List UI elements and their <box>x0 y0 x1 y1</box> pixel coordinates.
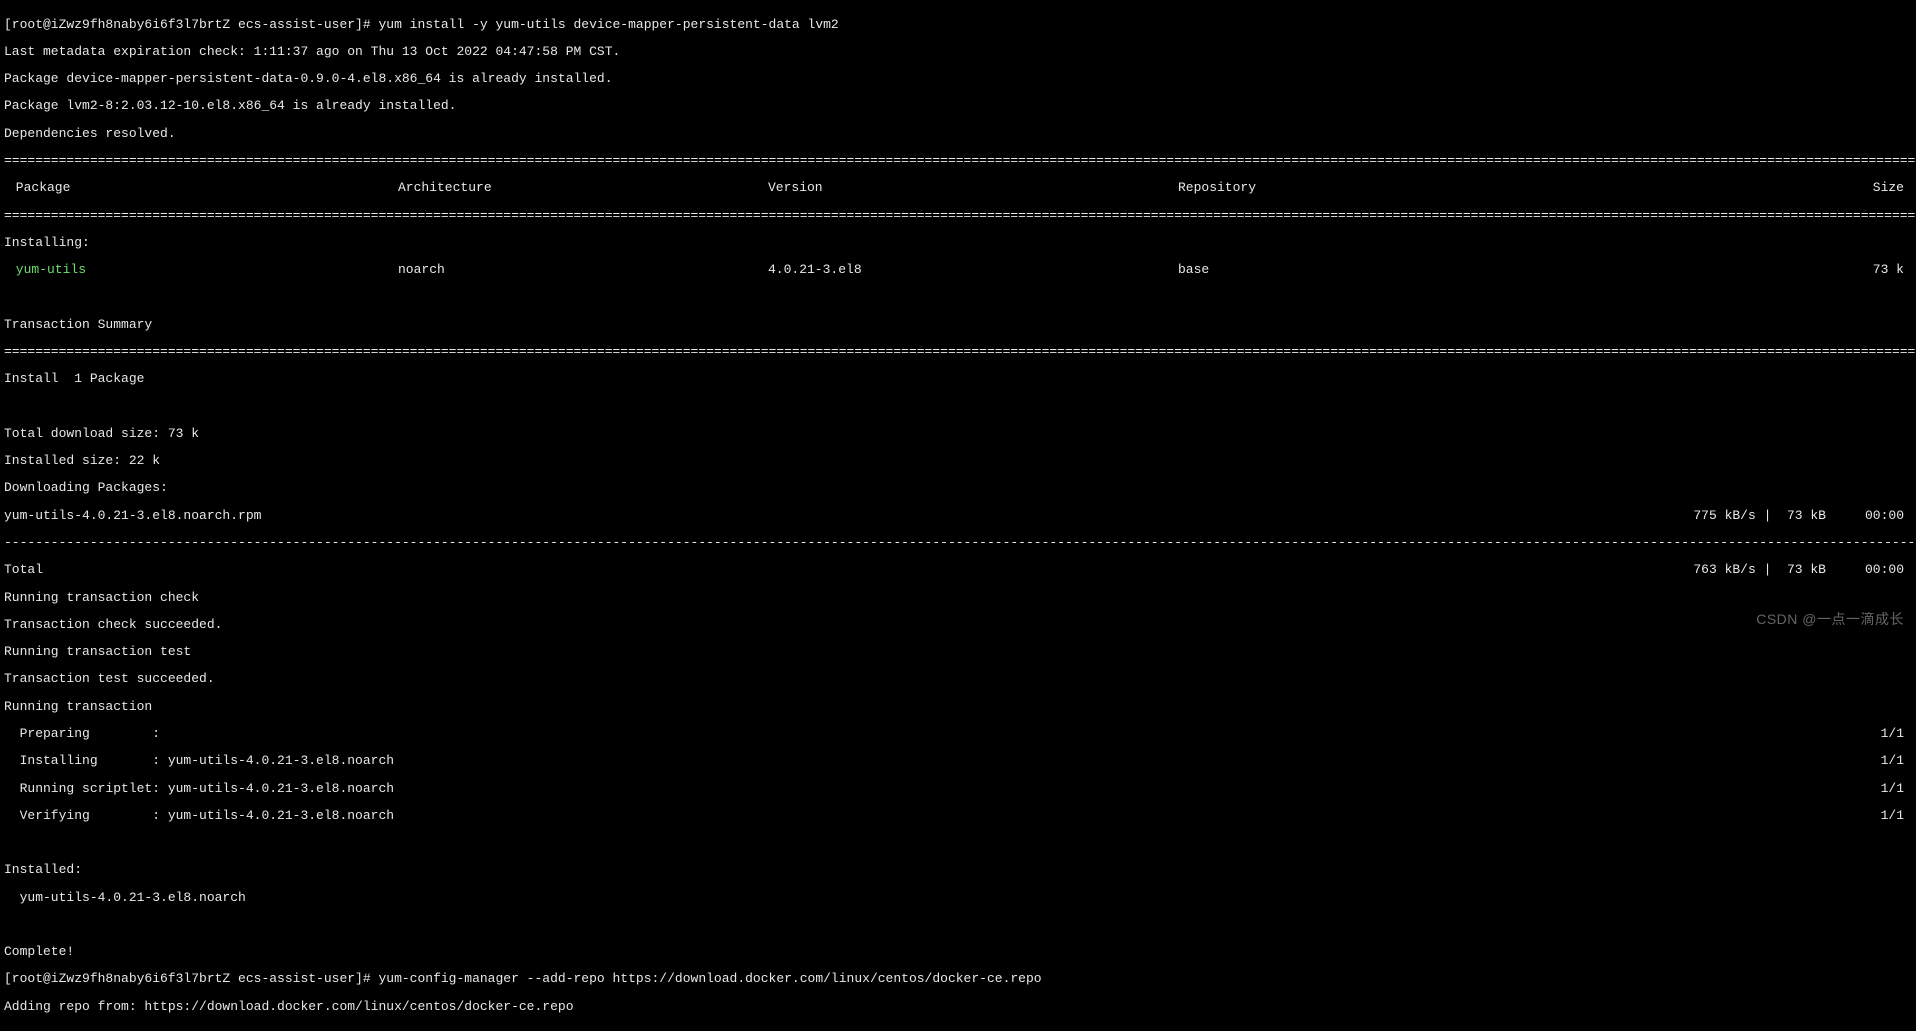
rule-top: ========================================… <box>4 154 1912 168</box>
rule-summary: ========================================… <box>4 345 1912 359</box>
row-package: yum-utils <box>4 263 398 277</box>
total-label: Total <box>4 563 1693 577</box>
already-installed-2: Package lvm2-8:2.03.12-10.el8.x86_64 is … <box>4 99 1912 113</box>
total-stats: 763 kB/s | 73 kB 00:00 <box>1693 563 1912 577</box>
prompt-line-2: [root@iZwz9fh8naby6i6f3l7brtZ ecs-assist… <box>4 972 1912 986</box>
download-line: yum-utils-4.0.21-3.el8.noarch.rpm 775 kB… <box>4 509 1912 523</box>
watermark: CSDN @一点一滴成长 <box>1756 612 1904 627</box>
prompt-line-1: [root@iZwz9fh8naby6i6f3l7brtZ ecs-assist… <box>4 18 1912 32</box>
header-size: Size <box>1533 181 1912 195</box>
step-scriptlet: Running scriptlet: yum-utils-4.0.21-3.el… <box>4 782 1912 796</box>
terminal-output[interactable]: [root@iZwz9fh8naby6i6f3l7brtZ ecs-assist… <box>0 0 1916 1031</box>
step-preparing: Preparing : 1/1 <box>4 727 1912 741</box>
blank <box>4 400 1912 414</box>
tx-check: Running transaction check <box>4 591 1912 605</box>
tx-run: Running transaction <box>4 700 1912 714</box>
blank <box>4 290 1912 304</box>
header-package: Package <box>4 181 398 195</box>
table-header: Package Architecture Version Repository … <box>4 181 1912 195</box>
header-version: Version <box>768 181 1178 195</box>
step-installing: Installing : yum-utils-4.0.21-3.el8.noar… <box>4 754 1912 768</box>
transaction-summary: Transaction Summary <box>4 318 1912 332</box>
tx-test-ok: Transaction test succeeded. <box>4 672 1912 686</box>
rule-mid: ========================================… <box>4 209 1912 223</box>
installed-header: Installed: <box>4 863 1912 877</box>
installed-size: Installed size: 22 k <box>4 454 1912 468</box>
header-repo: Repository <box>1178 181 1533 195</box>
table-row: yum-utils noarch 4.0.21-3.el8 base 73 k <box>4 263 1912 277</box>
complete: Complete! <box>4 945 1912 959</box>
row-repo: base <box>1178 263 1533 277</box>
header-arch: Architecture <box>398 181 768 195</box>
download-file: yum-utils-4.0.21-3.el8.noarch.rpm <box>4 509 1693 523</box>
dependencies-resolved: Dependencies resolved. <box>4 127 1912 141</box>
step-verifying: Verifying : yum-utils-4.0.21-3.el8.noarc… <box>4 809 1912 823</box>
downloading-packages: Downloading Packages: <box>4 481 1912 495</box>
adding-repo: Adding repo from: https://download.docke… <box>4 1000 1912 1014</box>
installed-package: yum-utils-4.0.21-3.el8.noarch <box>4 891 1912 905</box>
install-count: Install 1 Package <box>4 372 1912 386</box>
installing-header: Installing: <box>4 236 1912 250</box>
tx-test: Running transaction test <box>4 645 1912 659</box>
blank <box>4 836 1912 850</box>
blank <box>4 918 1912 932</box>
tx-check-ok: Transaction check succeeded. <box>4 618 1912 632</box>
row-size: 73 k <box>1533 263 1912 277</box>
rule-dash: ----------------------------------------… <box>4 536 1912 550</box>
row-arch: noarch <box>398 263 768 277</box>
download-stats: 775 kB/s | 73 kB 00:00 <box>1693 509 1912 523</box>
metadata-check: Last metadata expiration check: 1:11:37 … <box>4 45 1912 59</box>
total-line: Total 763 kB/s | 73 kB 00:00 <box>4 563 1912 577</box>
already-installed-1: Package device-mapper-persistent-data-0.… <box>4 72 1912 86</box>
row-version: 4.0.21-3.el8 <box>768 263 1178 277</box>
total-download-size: Total download size: 73 k <box>4 427 1912 441</box>
